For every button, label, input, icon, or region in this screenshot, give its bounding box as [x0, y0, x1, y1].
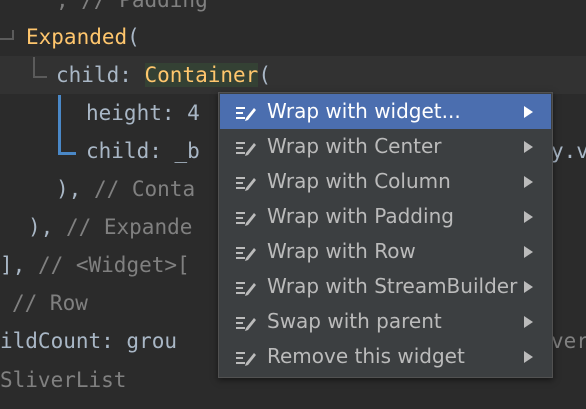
code-token: Container [144, 63, 259, 87]
submenu-arrow-icon [524, 316, 533, 328]
code-line: , // Padding [56, 0, 208, 12]
indent-guide [33, 76, 47, 78]
code-token: // <Widget>[ [37, 253, 190, 277]
indent-guide [0, 38, 14, 40]
submenu-arrow-icon [524, 141, 533, 153]
code-line: y.v [551, 132, 586, 170]
code-token: ], [0, 253, 38, 277]
code-line: ), // Conta [56, 170, 195, 208]
code-line: // Row [12, 291, 88, 315]
code-token: ildCount: grou [0, 329, 178, 353]
scope-guide [58, 152, 76, 155]
intention-icon [236, 247, 256, 261]
intention-icon [236, 282, 256, 296]
submenu-arrow-icon [524, 176, 533, 188]
menu-item-label: Wrap with Column [267, 169, 451, 193]
code-token: ), [56, 177, 94, 201]
submenu-arrow-icon [524, 106, 533, 118]
menu-item-wrap-with-widget[interactable]: Wrap with widget... [220, 94, 551, 129]
code-line: height: 4 [86, 94, 200, 132]
menu-item-label: Wrap with StreamBuilder [267, 274, 518, 298]
intention-icon [236, 177, 256, 191]
menu-item-wrap-with-row[interactable]: Wrap with Row [220, 234, 551, 269]
code-line: ver [551, 322, 586, 360]
menu-item-label: Swap with parent [267, 309, 442, 333]
submenu-arrow-icon [524, 211, 533, 223]
code-token: child: [56, 63, 145, 87]
menu-item-label: Wrap with Center [267, 134, 442, 158]
menu-item-wrap-with-column[interactable]: Wrap with Column [220, 164, 551, 199]
intention-icon [236, 142, 256, 156]
code-token: // Expande [65, 215, 193, 239]
intention-icon [236, 212, 256, 226]
code-token: ), [28, 215, 66, 239]
code-line: child: _b [86, 132, 200, 170]
submenu-arrow-icon [524, 246, 533, 258]
menu-item-remove-this-widget[interactable]: Remove this widget [220, 339, 551, 374]
menu-item-wrap-with-center[interactable]: Wrap with Center [220, 129, 551, 164]
intention-icon [236, 317, 256, 331]
code-token: height: 4 [86, 101, 200, 125]
menu-item-label: Wrap with Padding [267, 204, 454, 228]
intention-actions-popup[interactable]: Wrap with widget... Wrap with Center Wra… [218, 92, 553, 378]
code-line: ], // <Widget>[ [0, 246, 190, 284]
intention-icon [236, 107, 256, 121]
code-line: ), // Expande [28, 208, 192, 246]
menu-item-wrap-with-padding[interactable]: Wrap with Padding [220, 199, 551, 234]
menu-item-label: Wrap with widget... [267, 99, 461, 123]
intention-icon [236, 352, 256, 366]
code-line: SliverList [0, 368, 127, 392]
code-line: child: Container( [56, 56, 271, 94]
menu-item-label: Remove this widget [267, 344, 465, 368]
menu-item-label: Wrap with Row [267, 239, 416, 263]
indent-guide [33, 57, 35, 77]
code-token: y.v [551, 139, 586, 163]
menu-item-wrap-with-streambuilder[interactable]: Wrap with StreamBuilder [220, 269, 551, 304]
code-token: ( [127, 25, 140, 49]
code-token: child: _b [86, 139, 200, 163]
scope-guide [58, 95, 61, 155]
menu-item-swap-with-parent[interactable]: Swap with parent [220, 304, 551, 339]
code-line: ildCount: grou [0, 322, 177, 360]
code-line: Expanded( [26, 18, 140, 56]
code-token: // Conta [93, 177, 196, 201]
code-token: ver [551, 329, 586, 353]
submenu-arrow-icon [524, 281, 533, 293]
submenu-arrow-icon [524, 351, 533, 363]
code-token: Expanded [26, 25, 128, 49]
code-token: ( [258, 63, 271, 87]
